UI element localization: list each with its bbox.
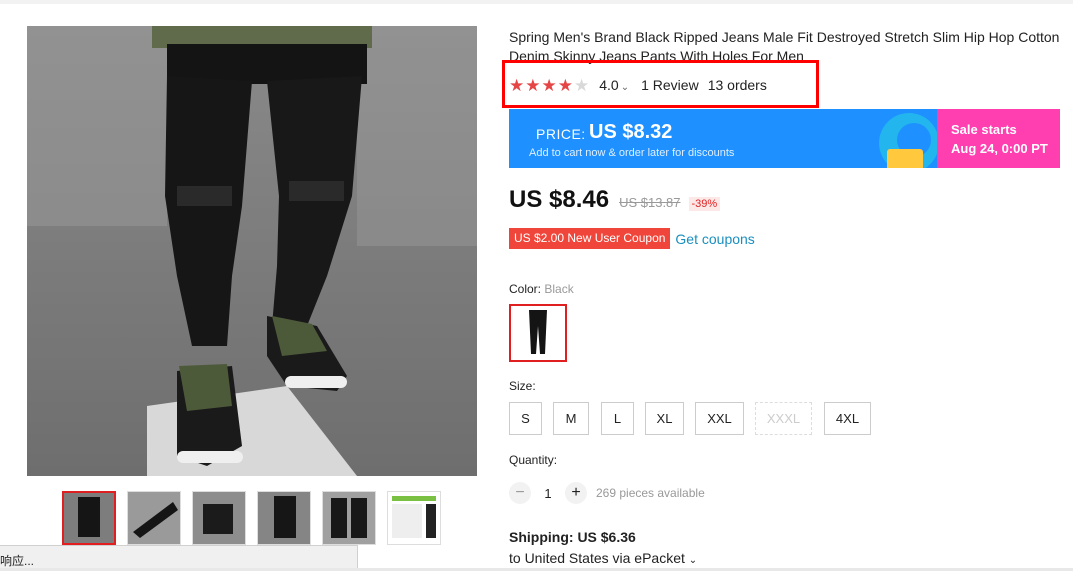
promo-banner[interactable]: PRICE: US $8.32 Add to cart now & order … [509, 109, 1060, 168]
color-selected: Black [544, 282, 574, 296]
quantity-input[interactable]: 1 [531, 486, 565, 501]
quantity-increase-button[interactable]: + [565, 482, 587, 504]
quantity-label: Quantity: [509, 453, 558, 467]
star-icon: ★ [541, 75, 557, 95]
size-option-l[interactable]: L [601, 402, 634, 435]
size-label: Size: [509, 379, 536, 393]
shipping-price: US $6.36 [577, 529, 636, 545]
main-product-image[interactable] [27, 26, 477, 476]
rating-row: ★ ★ ★ ★ ★ 4.0 ⌄ 1 Review 13 orders [509, 75, 767, 95]
gift-icon [887, 149, 923, 168]
shipping-label: Shipping: [509, 529, 574, 545]
thumbnail-1[interactable] [62, 491, 116, 545]
shipping-row: Shipping: US $6.36 [509, 529, 636, 545]
star-icon: ★ [557, 75, 573, 95]
top-divider [0, 0, 1073, 4]
sale-start-panel [937, 109, 1060, 168]
current-price: US $8.46 [509, 186, 610, 213]
chevron-down-icon: ⌄ [620, 82, 630, 93]
promo-price: US $8.32 [589, 121, 673, 143]
thumbnail-5[interactable] [322, 491, 376, 545]
shipping-destination-text: to United States via ePacket [509, 550, 685, 566]
size-option-xxl[interactable]: XXL [695, 402, 744, 435]
sale-date: Aug 24, 0:00 PT [951, 141, 1048, 156]
product-title: Spring Men's Brand Black Ripped Jeans Ma… [509, 29, 1060, 64]
color-label-row: Color: Black [509, 282, 574, 296]
new-user-coupon-tag: US $2.00 New User Coupon [509, 228, 671, 249]
discount-badge: -39% [688, 197, 721, 211]
color-swatch-black[interactable] [509, 304, 567, 362]
size-option-m[interactable]: M [553, 402, 589, 435]
rating-value[interactable]: 4.0 ⌄ [599, 77, 629, 93]
thumbnail-3[interactable] [192, 491, 246, 545]
coupon-row: US $2.00 New User Coupon Get coupons [509, 228, 755, 249]
shipping-destination[interactable]: to United States via ePacket ⌄ [509, 550, 697, 566]
promo-price-label: PRICE: [536, 126, 586, 142]
sale-starts-label: Sale starts [951, 122, 1017, 137]
star-icon: ★ [525, 75, 541, 95]
review-count-link[interactable]: 1 Review [641, 77, 699, 93]
rating-stars[interactable]: ★ ★ ★ ★ ★ [509, 77, 589, 94]
original-price: US $13.87 [619, 195, 681, 210]
thumbnail-4[interactable] [257, 491, 311, 545]
get-coupons-link[interactable]: Get coupons [675, 231, 754, 247]
color-label: Color: [509, 282, 542, 296]
size-option-s[interactable]: S [509, 402, 542, 435]
quantity-decrease-button[interactable]: − [509, 482, 531, 504]
chevron-down-icon: ⌄ [688, 555, 698, 566]
price-row: US $8.46 US $13.87 -39% [509, 186, 721, 214]
order-count: 13 orders [707, 77, 767, 93]
size-option-4xl[interactable]: 4XL [824, 402, 871, 435]
pieces-available: 269 pieces available [596, 486, 705, 500]
thumbnail-6-size-chart[interactable] [387, 491, 441, 545]
quantity-stepper: − 1 + 269 pieces available [509, 482, 705, 504]
size-option-xxxl: XXXL [755, 402, 812, 435]
thumbnail-2[interactable] [127, 491, 181, 545]
star-empty-icon: ★ [574, 75, 590, 95]
star-icon: ★ [509, 75, 525, 95]
promo-subtitle: Add to cart now & order later for discou… [529, 147, 735, 159]
size-option-xl[interactable]: XL [645, 402, 684, 435]
